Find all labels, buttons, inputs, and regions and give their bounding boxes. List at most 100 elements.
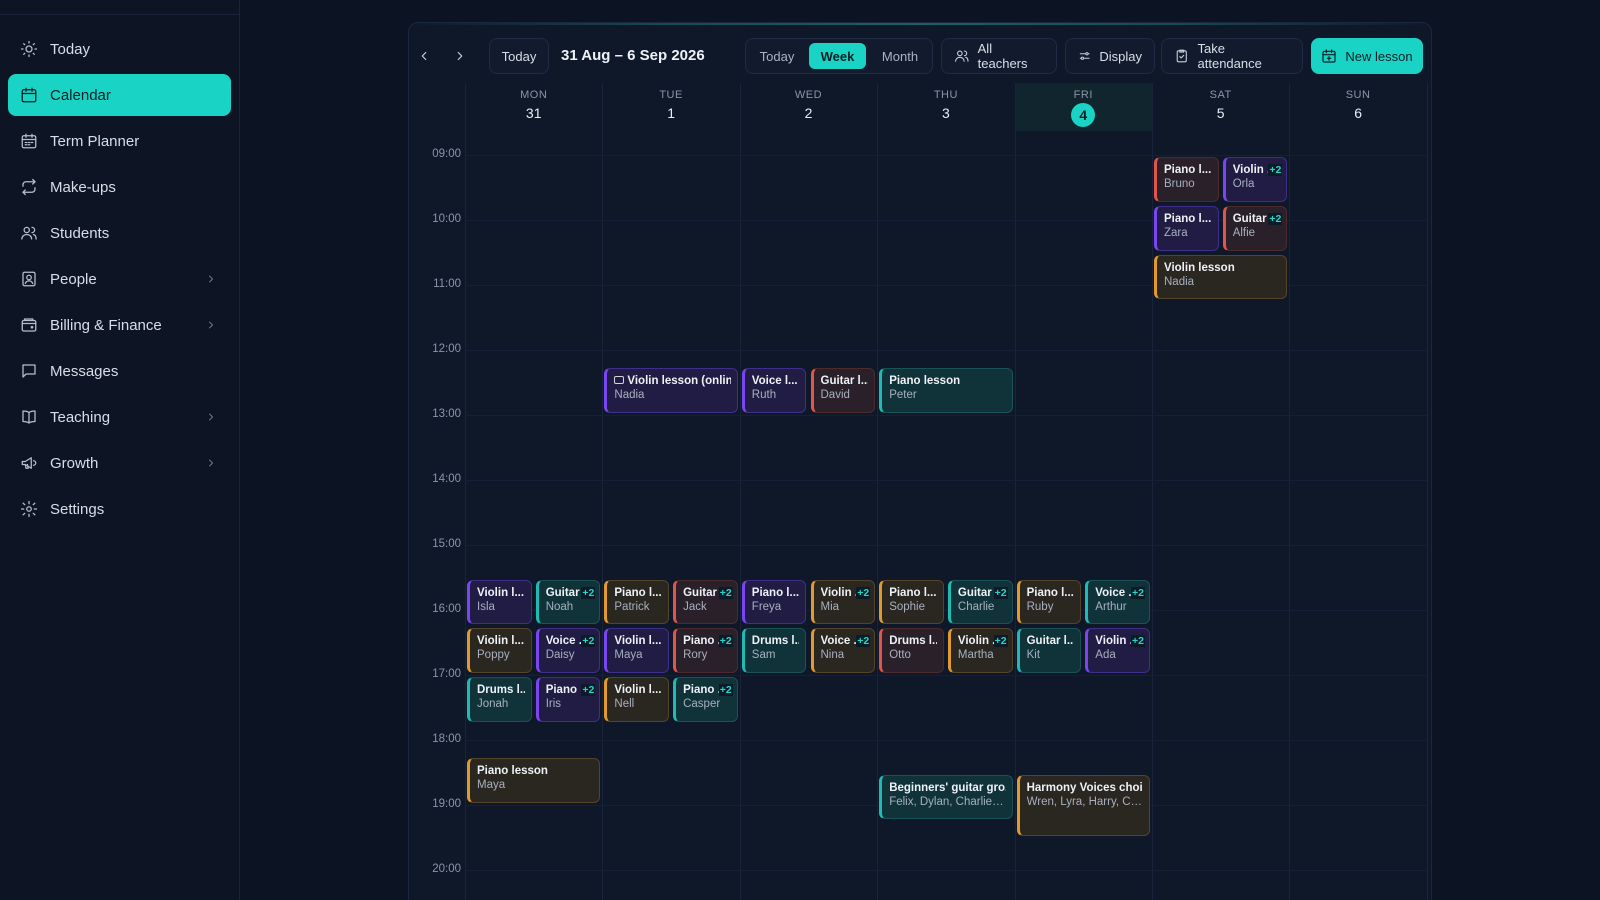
sidebar-item-settings[interactable]: Settings (8, 488, 231, 530)
lesson-event[interactable]: Drums l... Jonah (467, 677, 532, 722)
lesson-title-text: Voice . (820, 635, 857, 648)
lesson-event[interactable]: Violin lesson (onlin... Nadia (604, 368, 738, 413)
sidebar-item-make-ups[interactable]: Make-ups (8, 166, 231, 208)
lesson-event[interactable]: Violin . Mia +2 (810, 579, 876, 625)
day-header-tue[interactable]: TUE 1 (602, 83, 739, 131)
lesson-event[interactable]: Violin . Martha +2 (947, 628, 1013, 673)
lesson-event[interactable]: Violin l... Nell (604, 677, 670, 722)
lesson-attendees: Patrick (614, 600, 650, 613)
lesson-event[interactable]: Violin l... Maya (604, 628, 670, 673)
lesson-event[interactable]: Piano . Rory +2 (673, 628, 738, 673)
sidebar-item-teaching[interactable]: Teaching (8, 396, 231, 438)
lesson-event[interactable]: Guitar Noah +2 (535, 579, 601, 625)
lesson-event[interactable]: Guitar Charlie +2 (947, 579, 1013, 625)
lesson-event[interactable]: Violin l... Isla (467, 579, 532, 625)
day-number: 6 (1354, 105, 1362, 121)
lesson-title-text: Violin lesson (1164, 261, 1235, 274)
day-header-mon[interactable]: MON 31 (465, 83, 602, 131)
chevron-left-icon (421, 51, 427, 61)
take-attendance-button[interactable]: Take attendance (1161, 38, 1303, 74)
lesson-event[interactable]: Violin . Ada +2 (1085, 628, 1150, 673)
all-teachers-button[interactable]: All teachers (941, 38, 1057, 74)
lesson-event[interactable]: Piano lesson Maya (467, 758, 601, 803)
lesson-event[interactable]: Piano l... Ruby (1016, 579, 1082, 625)
time-label: 12:00 (432, 343, 461, 355)
lesson-event[interactable]: Piano l... Patrick (604, 579, 670, 625)
sidebar-item-today[interactable]: Today (8, 28, 231, 70)
lesson-event[interactable]: Guitar l... David (810, 368, 876, 413)
lesson-title: Guitar l... (821, 375, 869, 387)
lesson-title: Beginners' guitar gro... (889, 782, 1005, 794)
sidebar-item-calendar[interactable]: Calendar (8, 74, 231, 116)
lesson-event[interactable]: Piano l... Bruno (1154, 157, 1219, 202)
lesson-event[interactable]: Drums l... Sam (741, 628, 807, 673)
lesson-event[interactable]: Voice . Nina +2 (810, 628, 876, 673)
view-month-tab[interactable]: Month (870, 43, 930, 69)
lesson-event[interactable]: Harmony Voices choir Wren, Lyra, Harry, C… (1016, 774, 1150, 836)
lesson-event[interactable]: Voice . Daisy +2 (535, 628, 601, 673)
extra-count-badge: +2 (993, 635, 1008, 648)
lesson-attendees: Martha (957, 649, 994, 662)
lesson-event[interactable]: Guitar l... Kit (1016, 628, 1082, 673)
extra-count-badge: +2 (856, 635, 871, 648)
sidebar-item-label: Billing & Finance (50, 316, 162, 334)
day-header-thu[interactable]: THU 3 (877, 83, 1014, 131)
day-header-wed[interactable]: WED 2 (740, 83, 877, 131)
megaphone-icon (21, 457, 37, 469)
day-number: 3 (941, 105, 950, 121)
lesson-attendees: Ruth (751, 389, 777, 402)
lesson-event[interactable]: Piano l... Zara (1154, 205, 1219, 251)
week-grid: MON 31 TUE 1 WED 2 THU 3 FRI 4 SAT 5 SUN 6 09:00 10:00 1… (409, 83, 1431, 900)
lesson-title: Drums l... (752, 635, 800, 647)
new-lesson-button[interactable]: New lesson (1311, 38, 1423, 74)
lesson-event[interactable]: Piano . Iris +2 (535, 677, 601, 722)
time-label: 18:00 (432, 733, 461, 745)
lesson-attendees: Maya (477, 779, 506, 792)
lesson-attendees: Daisy (545, 649, 575, 662)
day-header-fri[interactable]: FRI 4 (1015, 83, 1152, 131)
lesson-title: Harmony Voices choir (1027, 782, 1143, 794)
sidebar-item-term-planner[interactable]: Term Planner (8, 120, 231, 162)
chevron-right-icon (457, 51, 463, 61)
lesson-event[interactable]: Guitar Jack +2 (673, 579, 738, 625)
lesson-event[interactable]: Piano . Casper +2 (673, 677, 738, 722)
lesson-event[interactable]: Piano l... Sophie (879, 579, 944, 625)
lesson-title-text: Piano l... (889, 586, 937, 599)
prev-week-button[interactable] (413, 45, 435, 67)
lesson-event[interactable]: Piano l... Freya (741, 579, 807, 625)
lesson-event[interactable]: Voice l... Ruth (741, 368, 807, 413)
view-week-tab[interactable]: Week (809, 43, 866, 69)
lesson-event[interactable]: Piano lesson Peter (879, 368, 1013, 413)
lesson-title: Piano lesson (477, 765, 593, 777)
extra-count-badge: +2 (581, 635, 596, 648)
lesson-event[interactable]: Violin . Orla +2 (1222, 157, 1288, 202)
next-week-button[interactable] (449, 45, 471, 67)
lesson-event[interactable]: Violin l... Poppy (467, 628, 532, 673)
lesson-attendees: Sophie (889, 600, 925, 613)
lesson-event[interactable]: Drums l... Otto (879, 628, 944, 673)
sidebar: Today Calendar Term Planner Make-ups Student… (0, 0, 240, 900)
lesson-event[interactable]: Beginners' guitar gro... Felix, Dylan, Ch… (879, 774, 1013, 820)
sidebar-item-growth[interactable]: Growth (8, 442, 231, 484)
sidebar-item-messages[interactable]: Messages (8, 350, 231, 392)
lesson-title: Drums l... (477, 684, 525, 696)
lesson-event[interactable]: Violin lesson Nadia (1154, 254, 1288, 300)
day-header-sun[interactable]: SUN 6 (1289, 83, 1426, 131)
sidebar-item-label: Today (50, 40, 91, 58)
view-today-tab[interactable]: Today (750, 43, 804, 69)
extra-count-badge: +2 (1131, 635, 1145, 648)
day-name: SAT (1209, 89, 1232, 101)
lesson-attendees: Arthur (1095, 600, 1127, 613)
day-column-divider (1014, 83, 1016, 900)
lesson-title: Piano l... (752, 587, 800, 599)
lesson-attendees: Iris (545, 698, 562, 710)
sidebar-item-students[interactable]: Students (8, 212, 231, 254)
day-header-sat[interactable]: SAT 5 (1152, 83, 1289, 131)
lesson-attendees: Maya (614, 649, 643, 662)
lesson-event[interactable]: Guitar Alfie +2 (1222, 205, 1288, 251)
display-button[interactable]: Display (1065, 38, 1155, 74)
sidebar-item-billing-finance[interactable]: Billing & Finance (8, 304, 231, 346)
lesson-event[interactable]: Voice . Arthur +2 (1085, 579, 1150, 625)
sidebar-item-people[interactable]: People (8, 258, 231, 300)
today-button[interactable]: Today (489, 38, 549, 74)
